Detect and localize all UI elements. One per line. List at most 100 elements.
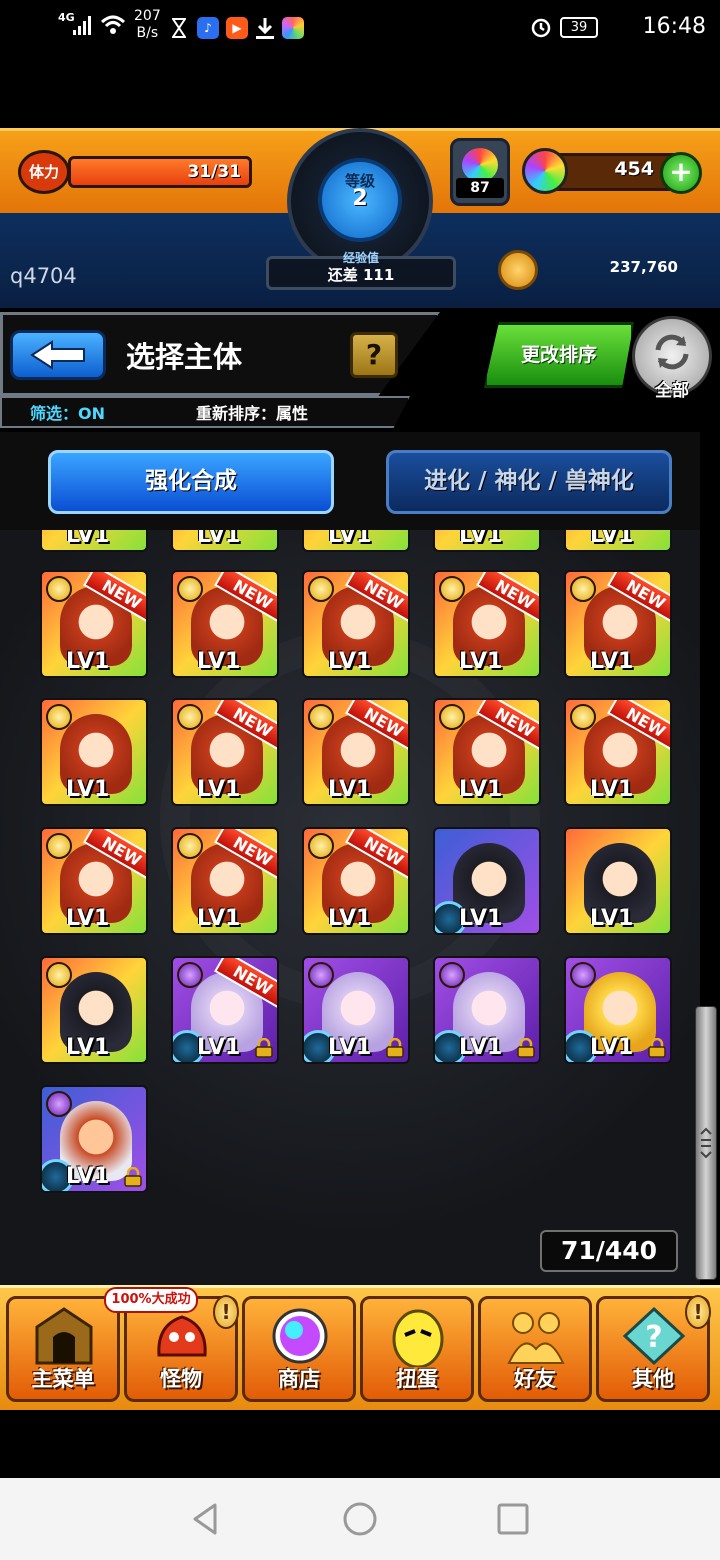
dark-element-icon [46, 1091, 72, 1117]
gold-coin-icon [498, 250, 538, 290]
system-nav-bar [0, 1478, 720, 1560]
monster-level: LV1 [66, 1164, 110, 1189]
orb-stone-icon [522, 148, 568, 194]
monster-level: LV1 [590, 649, 634, 674]
filter-status[interactable]: 筛选：ON [30, 400, 105, 424]
light-element-icon [46, 962, 72, 988]
monster-card[interactable]: NEW LV1 [302, 570, 410, 678]
monster-level: LV1 [197, 530, 241, 548]
monster-level: LV1 [590, 777, 634, 802]
battery-icon: 39 [560, 17, 598, 38]
monster-level: LV1 [66, 777, 110, 802]
monster-card[interactable]: LV1 [40, 956, 148, 1064]
help-button[interactable]: ? [350, 332, 398, 378]
monster-card[interactable]: LV1 [302, 956, 410, 1064]
monster-card[interactable]: NEW LV1 [171, 956, 279, 1064]
light-element-icon [46, 704, 72, 730]
select-header: 选择主体 ? 筛选：ON 重新排序：属性 更改排序 全部 [0, 312, 720, 432]
download-icon [256, 18, 274, 39]
monster-card[interactable]: LV1 [40, 698, 148, 806]
menu-item-rainbow-stone[interactable]: 商店 [242, 1296, 356, 1402]
screen: 4G 207 B/s ♪ ▶ 39 16:48 31/31 体力 等级 2 经验… [0, 0, 720, 1560]
friends-icon [507, 1312, 565, 1364]
light-element-icon [439, 576, 465, 602]
monster-card-partial[interactable]: LV1 [171, 530, 279, 552]
monster-card-partial[interactable]: LV1 [40, 530, 148, 552]
menu-label: 主菜单 [31, 1367, 95, 1391]
monster-card[interactable]: NEW LV1 [40, 570, 148, 678]
monster-level: LV1 [197, 777, 241, 802]
monster-card[interactable]: LV1 [433, 827, 541, 935]
question-diamond-icon: ? [622, 1306, 686, 1366]
monster-card[interactable]: LV1 [564, 827, 672, 935]
monster-card[interactable]: NEW LV1 [433, 698, 541, 806]
home-nav-icon[interactable] [341, 1500, 379, 1538]
monster-card[interactable]: NEW LV1 [40, 827, 148, 935]
monster-card[interactable]: NEW LV1 [302, 827, 410, 935]
monster-card[interactable]: LV1 [40, 1085, 148, 1193]
menu-item-egg[interactable]: 扭蛋 [360, 1296, 474, 1402]
monster-level: LV1 [328, 777, 372, 802]
grid-background-swirl [160, 630, 540, 1010]
rainbow-stone-icon [272, 1308, 328, 1364]
monster-card-partial[interactable]: LV1 [302, 530, 410, 552]
status-bar: 4G 207 B/s ♪ ▶ 39 16:48 [0, 0, 720, 60]
change-sort-button[interactable]: 更改排序 [484, 322, 634, 388]
lock-icon [517, 1038, 535, 1058]
light-element-icon [308, 576, 334, 602]
tab-power-up[interactable]: 强化合成 [48, 450, 334, 514]
monster-card[interactable]: NEW LV1 [433, 570, 541, 678]
temple-gate-icon [35, 1307, 93, 1365]
monster-card[interactable]: NEW LV1 [171, 827, 279, 935]
dark-element-icon [308, 962, 334, 988]
back-nav-icon[interactable] [187, 1500, 225, 1538]
monster-card[interactable]: NEW LV1 [171, 698, 279, 806]
alert-icon: ! [213, 1295, 239, 1329]
page-title: 选择主体 [126, 340, 243, 374]
menu-item-temple-gate[interactable]: 主菜单 [6, 1296, 120, 1402]
svg-text:?: ? [645, 1320, 662, 1355]
lock-icon [386, 1038, 404, 1058]
stamina-icon: 体力 [18, 150, 70, 194]
light-element-icon [308, 704, 334, 730]
monster-level: LV1 [590, 906, 634, 931]
monster-level: LV1 [459, 906, 503, 931]
clock: 16:48 [642, 14, 706, 39]
monster-card-partial[interactable]: LV1 [433, 530, 541, 552]
light-element-icon [46, 833, 72, 859]
buy-stones-button[interactable]: + [660, 152, 702, 194]
lock-icon [648, 1038, 666, 1058]
all-filter-label: 全部 [655, 381, 689, 401]
username: q4704 [10, 264, 77, 288]
light-element-icon [46, 576, 72, 602]
menu-item-question-diamond[interactable]: ? 其他! [596, 1295, 711, 1402]
recents-nav-icon[interactable] [494, 1500, 532, 1538]
monster-level: LV1 [197, 1035, 241, 1060]
menu-item-friends[interactable]: 好友 [478, 1296, 592, 1402]
monster-card-partial[interactable]: LV1 [564, 530, 672, 552]
monster-level: LV1 [459, 649, 503, 674]
monster-grid[interactable]: LV1 LV1 LV1 LV1 LV1 NEW LV1 NEW LV1 NEW LV1 NEW LV1 N… [0, 530, 700, 1290]
menu-label: 商店 [278, 1367, 320, 1391]
monster-card[interactable]: NEW LV1 [171, 570, 279, 678]
monster-card[interactable]: LV1 [564, 956, 672, 1064]
sort-status: 重新排序：属性 [196, 404, 309, 423]
monster-level: LV1 [459, 530, 503, 548]
stamina-bar: 31/31 [68, 156, 252, 188]
monster-level: LV1 [328, 530, 372, 548]
monster-card[interactable]: NEW LV1 [302, 698, 410, 806]
monster-card[interactable]: LV1 [433, 956, 541, 1064]
potion-count: 87 [456, 178, 504, 198]
speed-value: 207 [134, 8, 161, 24]
monster-card[interactable]: NEW LV1 [564, 698, 672, 806]
tab-evolve[interactable]: 进化 / 神化 / 兽神化 [386, 450, 672, 514]
scroll-grip-icon [700, 1127, 712, 1159]
monster-level: LV1 [66, 649, 110, 674]
monster-level: LV1 [66, 906, 110, 931]
dark-element-icon [177, 962, 203, 988]
photos-app-icon [282, 17, 304, 39]
monster-level: LV1 [459, 777, 503, 802]
monster-level: LV1 [590, 1035, 634, 1060]
dark-element-icon [439, 962, 465, 988]
monster-card[interactable]: NEW LV1 [564, 570, 672, 678]
